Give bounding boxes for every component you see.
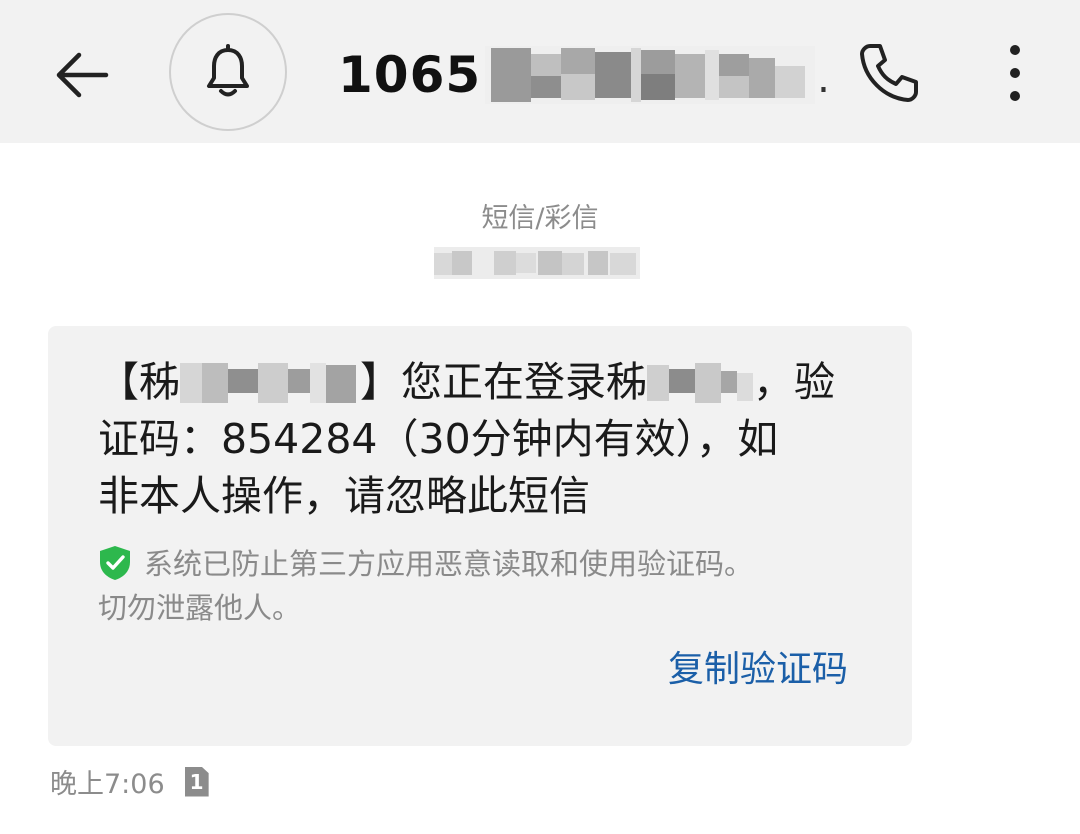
sender-redacted-mosaic [485, 46, 816, 104]
message-line1-end: ，验 [753, 358, 835, 406]
sender-number: 1065 [338, 46, 482, 104]
protection-line-1: 系统已防止第三方应用恶意读取和使用验证码。 [98, 542, 878, 586]
sender-title: 1065 . [338, 40, 830, 110]
date-redacted-mosaic [434, 247, 640, 279]
message-body[interactable]: 【秭 】您正在登录秭 ，验 证码：854284（30分钟内有效），如 非本人操作… [98, 354, 878, 525]
notification-toggle-button[interactable] [169, 13, 287, 131]
site-redacted-mosaic [647, 359, 753, 405]
message-line-1: 【秭 】您正在登录秭 ，验 [98, 354, 878, 411]
more-vertical-icon[interactable] [995, 40, 1035, 106]
message-time: 晚上7:06 [50, 769, 165, 800]
message-line1-open: 【秭 [98, 358, 180, 406]
message-line-2: 证码：854284（30分钟内有效），如 [98, 415, 779, 463]
protection-text-1: 系统已防止第三方应用恶意读取和使用验证码。 [144, 547, 754, 581]
back-arrow-icon[interactable] [52, 44, 114, 106]
protection-notice: 系统已防止第三方应用恶意读取和使用验证码。 切勿泄露他人。 [98, 542, 878, 630]
message-type-label: 短信/彩信 [481, 203, 599, 234]
phone-icon[interactable] [856, 40, 922, 106]
message-line1-close: 】您正在登录秭 [360, 358, 647, 406]
message-line-3: 非本人操作，请忽略此短信 [98, 472, 590, 520]
top-app-bar: 1065 . [0, 0, 1080, 143]
copy-code-button[interactable]: 复制验证码 [668, 640, 848, 692]
bell-icon [207, 44, 249, 97]
sender-ellipsis: . [817, 56, 830, 102]
brand-redacted-mosaic [180, 359, 360, 405]
sim-card-icon: 1 [184, 766, 209, 797]
shield-check-icon [100, 546, 130, 580]
message-meta: 晚上7:06 1 [50, 762, 209, 801]
protection-line-2: 切勿泄露他人。 [98, 591, 302, 625]
